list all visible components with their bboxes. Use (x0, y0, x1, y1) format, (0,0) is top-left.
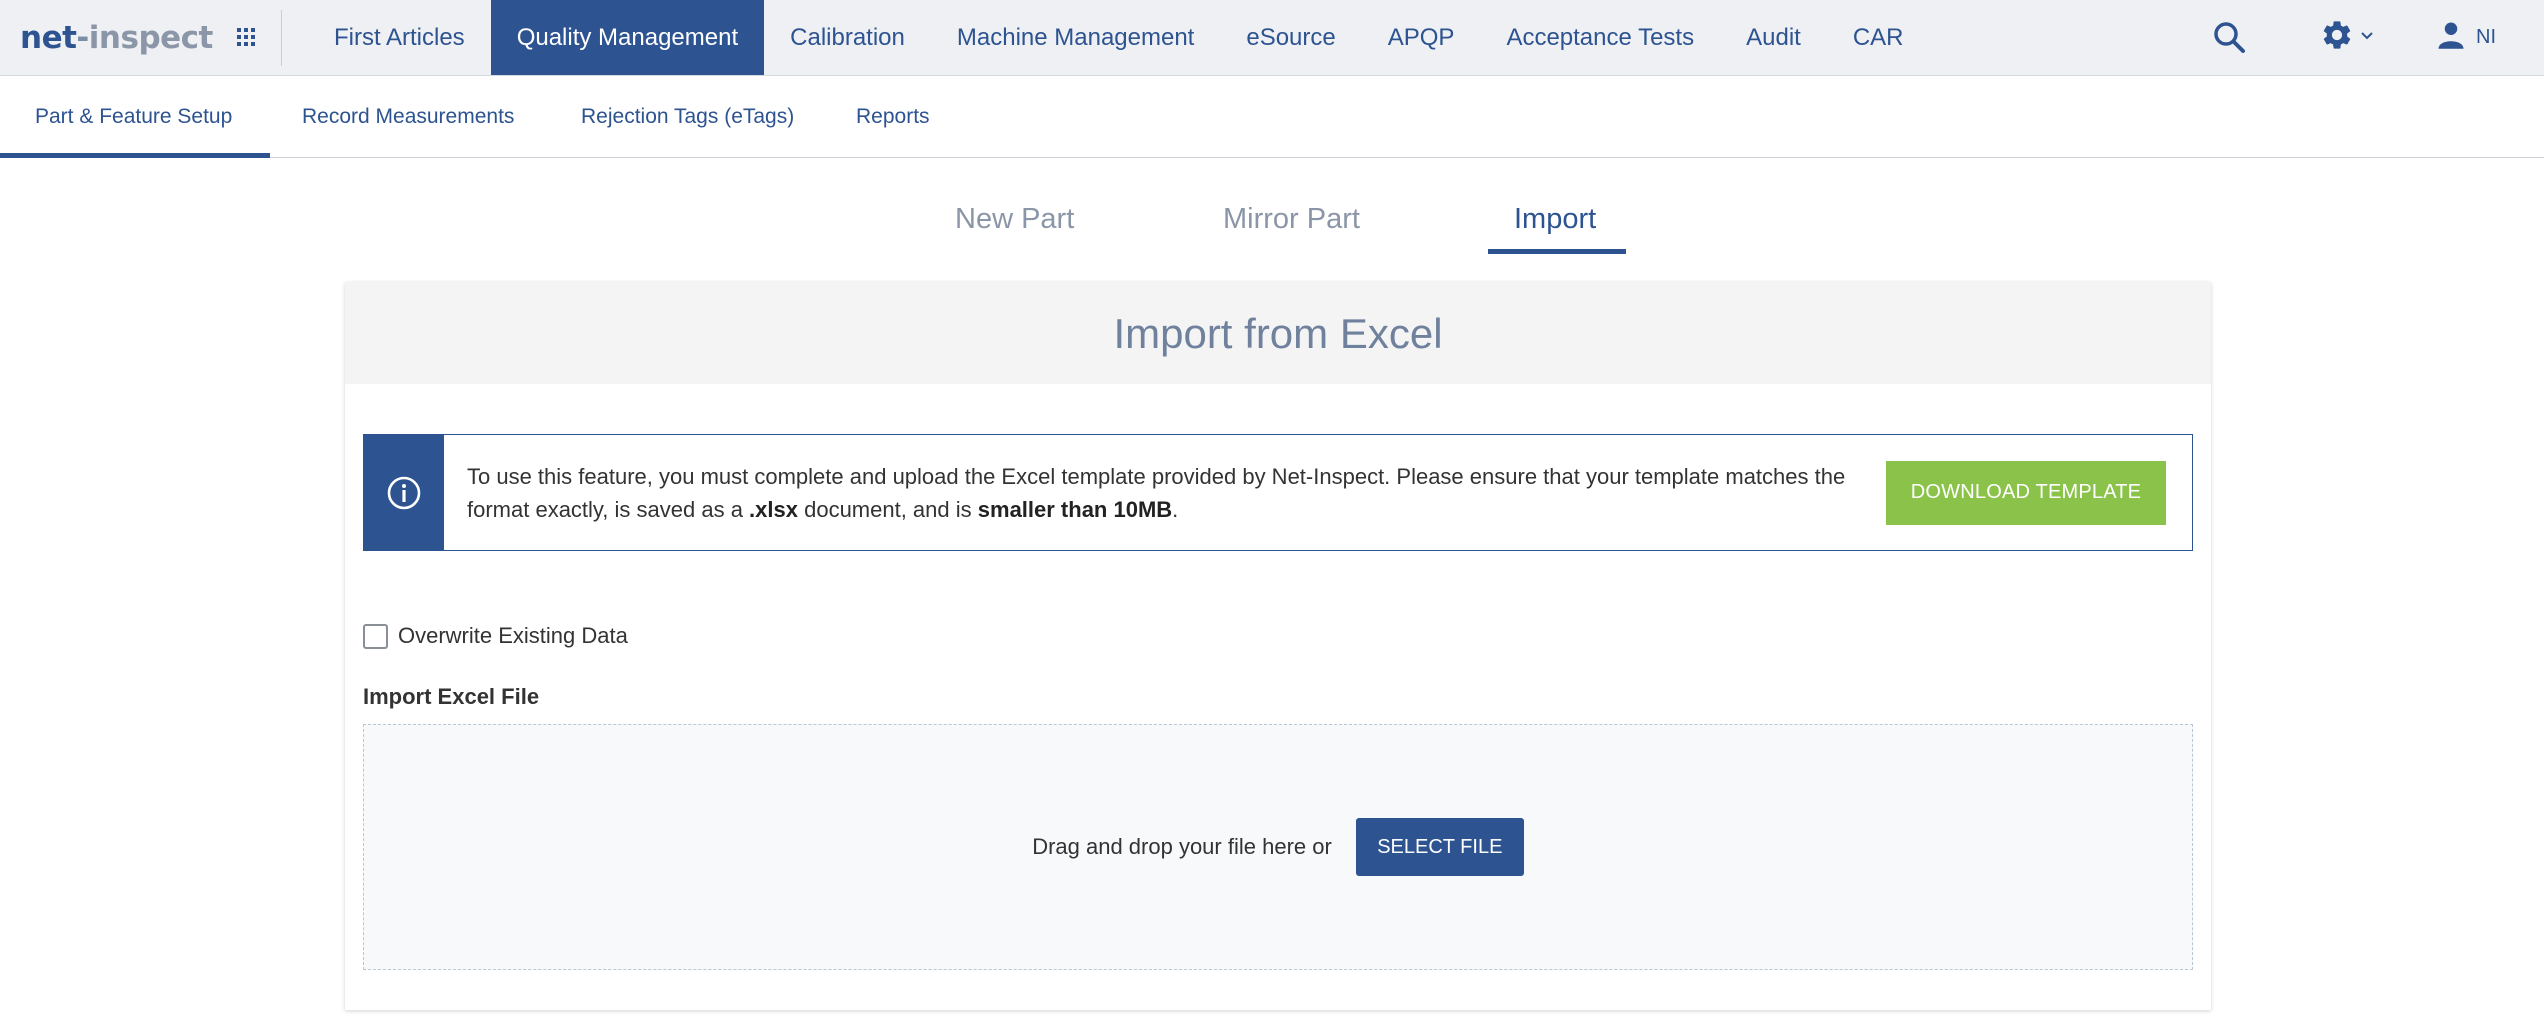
top-navbar: net-inspect First Articles Quality Manag… (0, 0, 2544, 76)
search-icon[interactable] (2212, 20, 2246, 54)
nav-item-calibration[interactable]: Calibration (764, 0, 931, 75)
overwrite-label: Overwrite Existing Data (398, 623, 628, 648)
info-box: To use this feature, you must complete a… (363, 434, 2193, 551)
file-dropzone[interactable]: Drag and drop your file here or SELECT F… (363, 724, 2193, 970)
logo-text-net: net (20, 20, 77, 56)
main-nav: First Articles Quality Management Calibr… (308, 0, 1929, 75)
overwrite-checkbox[interactable] (363, 623, 388, 649)
gear-icon (2320, 18, 2354, 57)
import-card: Import from Excel To use this feature, y… (345, 282, 2211, 1010)
net-inspect-logo[interactable]: net-inspect (20, 14, 213, 62)
card-title: Import from Excel (345, 282, 2211, 384)
info-text-part3: . (1172, 496, 1179, 522)
nav-item-esource[interactable]: eSource (1220, 0, 1361, 75)
nav-item-first-articles[interactable]: First Articles (308, 0, 491, 75)
nav-item-audit[interactable]: Audit (1720, 0, 1827, 75)
nav-item-quality-management[interactable]: Quality Management (490, 0, 765, 75)
info-text-xlsx: .xlsx (749, 496, 798, 522)
dropzone-text: Drag and drop your file here or (1032, 834, 1332, 859)
tab-mirror-part[interactable]: Mirror Part (1223, 186, 1360, 256)
subnav-item-record-measurements[interactable]: Record Measurements (302, 77, 514, 157)
app-grid-icon[interactable] (237, 28, 255, 46)
info-text-part2: document, and is (797, 496, 978, 522)
chevron-down-icon (2360, 28, 2374, 46)
logo-text-dash: - (76, 20, 89, 56)
user-icon (2436, 20, 2466, 55)
nav-item-machine-management[interactable]: Machine Management (931, 0, 1220, 75)
subnav-item-part-feature-setup[interactable]: Part & Feature Setup (0, 77, 271, 158)
nav-divider (281, 10, 282, 66)
select-file-button[interactable]: SELECT FILE (1355, 818, 1524, 876)
info-icon (364, 435, 444, 550)
subnav-item-reports[interactable]: Reports (856, 77, 930, 157)
tab-import[interactable]: Import (1514, 186, 1596, 256)
nav-item-car[interactable]: CAR (1827, 0, 1930, 75)
info-text-size-limit: smaller than 10MB (977, 496, 1173, 522)
subnav-item-rejection-tags[interactable]: Rejection Tags (eTags) (581, 77, 794, 157)
tab-new-part[interactable]: New Part (955, 186, 1074, 256)
settings-menu[interactable] (2320, 18, 2374, 56)
user-menu[interactable]: NI (2436, 18, 2496, 56)
info-message: To use this feature, you must complete a… (444, 460, 1886, 526)
download-template-button[interactable]: DOWNLOAD TEMPLATE (1886, 460, 2166, 525)
logo-text-inspect: inspect (88, 20, 214, 56)
nav-item-apqp[interactable]: APQP (1362, 0, 1481, 75)
sub-navbar: Part & Feature Setup Record Measurements… (0, 77, 2544, 158)
tab-active-indicator (1488, 249, 1626, 254)
import-excel-file-label: Import Excel File (363, 684, 540, 709)
part-setup-tabs: New Part Mirror Part Import (0, 186, 2544, 258)
nav-item-acceptance-tests[interactable]: Acceptance Tests (1480, 0, 1720, 75)
overwrite-existing-data-option[interactable]: Overwrite Existing Data (363, 620, 628, 652)
user-initials: NI (2476, 25, 2496, 48)
